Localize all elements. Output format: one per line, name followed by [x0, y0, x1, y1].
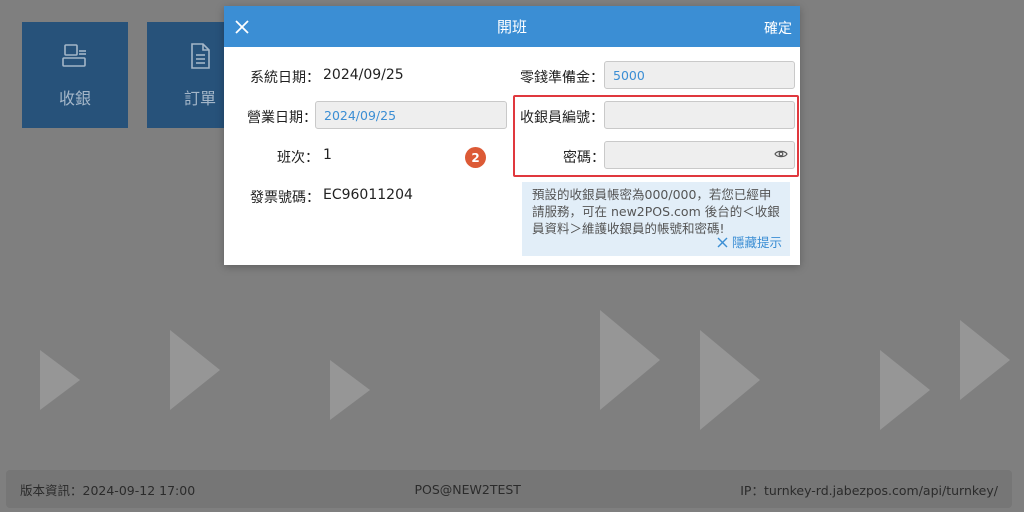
- petty-cash-label: 零錢準備金：: [520, 70, 604, 86]
- orders-tile-label: 訂單: [183, 89, 216, 108]
- close-icon: [717, 237, 728, 248]
- background-pattern: [40, 310, 1010, 430]
- system-date-label: 系統日期：: [250, 70, 320, 86]
- step-badge: 2: [465, 147, 486, 168]
- cashier-tile[interactable]: 收銀: [22, 22, 128, 128]
- device-name: POS@NEW2TEST: [414, 481, 521, 497]
- version-info: 版本資訊：2024-09-12 17:00: [20, 482, 196, 498]
- close-icon[interactable]: [232, 17, 252, 37]
- cashier-id-input[interactable]: [604, 101, 795, 129]
- invoice-number-label: 發票號碼：: [250, 190, 320, 206]
- confirm-button[interactable]: 確定: [764, 18, 792, 38]
- hide-hint-button[interactable]: 隱藏提示: [717, 234, 782, 251]
- eye-icon[interactable]: [774, 148, 788, 160]
- status-footer: 版本資訊：2024-09-12 17:00 POS@NEW2TEST IP：tu…: [6, 470, 1012, 508]
- password-field-wrapper: [604, 141, 795, 169]
- dialog-title: 開班: [496, 18, 527, 36]
- system-date-value: 2024/09/25: [323, 67, 404, 83]
- hint-box: 預設的收銀員帳密為000/000，若您已經申請服務，可在 new2POS.com…: [522, 182, 790, 256]
- password-input[interactable]: [604, 141, 795, 169]
- shift-label: 班次：: [277, 150, 319, 166]
- shift-value: 1: [323, 147, 332, 163]
- hint-text: 預設的收銀員帳密為000/000，若您已經申請服務，可在 new2POS.com…: [532, 187, 780, 236]
- document-icon: [191, 43, 210, 69]
- invoice-number-value: EC96011204: [323, 187, 413, 203]
- hide-hint-label: 隱藏提示: [731, 235, 782, 250]
- open-shift-dialog: 開班 確定 系統日期： 2024/09/25 營業日期： 2024/09/25 …: [224, 6, 800, 265]
- petty-cash-field[interactable]: 5000: [604, 61, 795, 89]
- business-date-label: 營業日期：: [247, 110, 317, 126]
- cashier-id-label: 收銀員編號：: [520, 110, 604, 126]
- cashier-icon: [62, 44, 86, 67]
- dialog-header: 開班 確定: [224, 6, 800, 47]
- business-date-field[interactable]: 2024/09/25: [315, 101, 507, 129]
- password-label: 密碼：: [563, 150, 605, 166]
- cashier-tile-label: 收銀: [58, 89, 91, 108]
- ip-info: IP：turnkey-rd.jabezpos.com/api/turnkey/: [740, 482, 998, 498]
